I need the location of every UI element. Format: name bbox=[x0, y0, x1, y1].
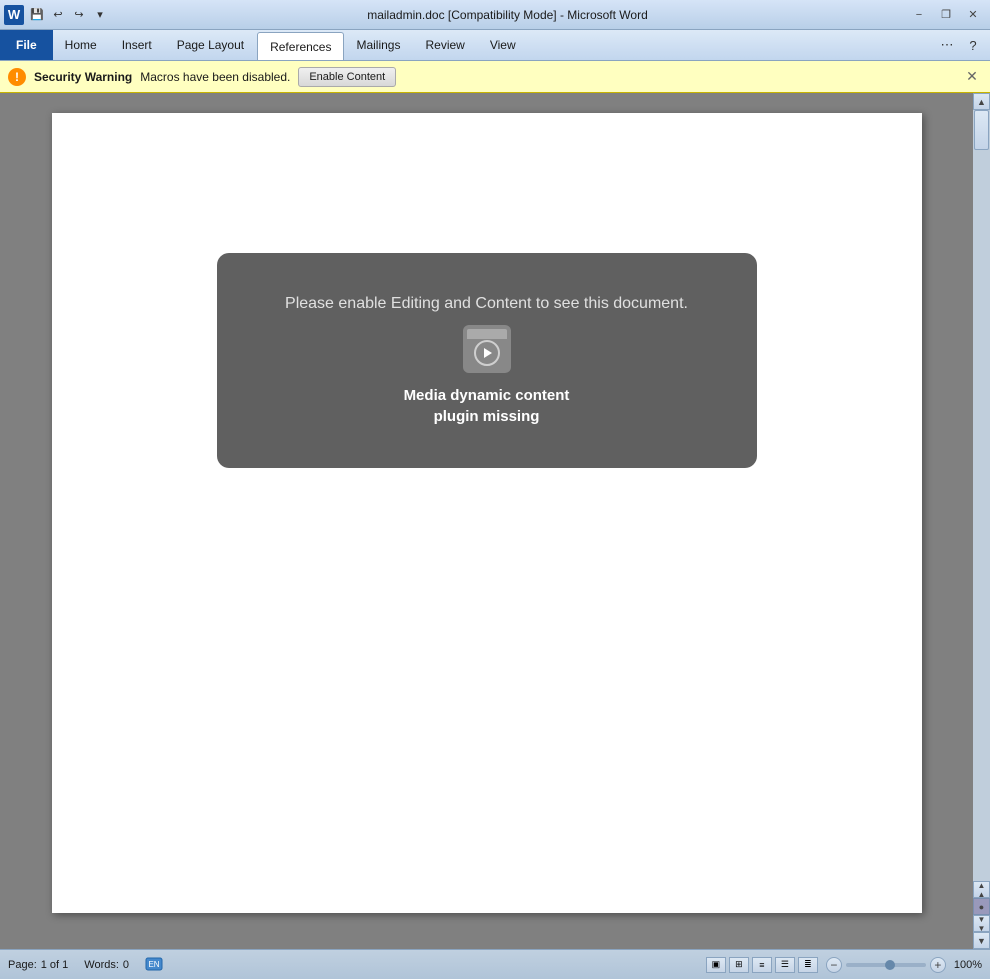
security-close-button[interactable]: ✕ bbox=[962, 67, 982, 87]
tab-mailings[interactable]: Mailings bbox=[344, 30, 413, 60]
scroll-track[interactable] bbox=[973, 110, 990, 881]
ribbon-help-icon[interactable]: ? bbox=[962, 34, 984, 56]
ribbon-right-icons: ⋯ ? bbox=[936, 30, 990, 60]
tab-page-layout[interactable]: Page Layout bbox=[165, 30, 257, 60]
status-page: Page: 1 of 1 bbox=[8, 959, 68, 971]
status-language-icon[interactable]: EN bbox=[145, 957, 163, 973]
vertical-scrollbar[interactable]: ▲ ▲▲ ● ▼▼ ▼ bbox=[973, 93, 990, 949]
close-button[interactable]: ✕ bbox=[960, 5, 986, 25]
status-words: Words: 0 bbox=[84, 959, 129, 971]
scroll-bottom-controls: ▲▲ ● ▼▼ ▼ bbox=[973, 881, 990, 949]
save-quick-btn[interactable]: 💾 bbox=[28, 6, 46, 24]
view-mode-icons: ▣ ⊞ ≡ ☰ ≣ bbox=[706, 957, 818, 973]
svg-text:EN: EN bbox=[148, 960, 159, 969]
document-page: Please enable Editing and Content to see… bbox=[52, 113, 922, 913]
security-warning-bar: ! Security Warning Macros have been disa… bbox=[0, 61, 990, 93]
play-triangle-inner bbox=[484, 348, 492, 358]
zoom-in-button[interactable]: + bbox=[930, 957, 946, 973]
enable-content-button[interactable]: Enable Content bbox=[298, 67, 396, 87]
window-controls: − ❐ ✕ bbox=[906, 5, 986, 25]
print-layout-view-icon[interactable]: ▣ bbox=[706, 957, 726, 973]
media-content-box: Please enable Editing and Content to see… bbox=[217, 253, 757, 468]
zoom-track[interactable] bbox=[846, 963, 926, 967]
tab-view[interactable]: View bbox=[478, 30, 529, 60]
redo-quick-btn[interactable]: ↪ bbox=[70, 6, 88, 24]
media-plugin-missing-text: Media dynamic content plugin missing bbox=[404, 385, 570, 427]
scroll-page-up-button[interactable]: ▲▲ bbox=[973, 881, 990, 898]
security-warning-title: Security Warning bbox=[34, 70, 132, 84]
status-right: ▣ ⊞ ≡ ☰ ≣ − + 100% bbox=[706, 957, 982, 973]
status-page-value: 1 of 1 bbox=[41, 959, 69, 971]
scroll-thumb[interactable] bbox=[974, 110, 989, 150]
tab-file[interactable]: File bbox=[0, 30, 53, 60]
tab-insert[interactable]: Insert bbox=[110, 30, 165, 60]
zoom-level: 100% bbox=[954, 959, 982, 971]
ribbon-help-expand-icon[interactable]: ⋯ bbox=[936, 34, 958, 56]
title-bar-left: W 💾 ↩ ↪ ▾ bbox=[4, 5, 109, 25]
status-words-label: Words: bbox=[84, 959, 119, 971]
document-area: Please enable Editing and Content to see… bbox=[0, 93, 973, 949]
zoom-slider[interactable]: − + bbox=[826, 957, 946, 973]
undo-quick-btn[interactable]: ↩ bbox=[49, 6, 67, 24]
outline-view-icon[interactable]: ☰ bbox=[775, 957, 795, 973]
tab-references[interactable]: References bbox=[257, 32, 344, 60]
draft-view-icon[interactable]: ≣ bbox=[798, 957, 818, 973]
scroll-down-button[interactable]: ▼ bbox=[973, 932, 990, 949]
restore-button[interactable]: ❐ bbox=[933, 5, 959, 25]
ribbon-tabs: File Home Insert Page Layout References … bbox=[0, 30, 990, 60]
status-words-value: 0 bbox=[123, 959, 129, 971]
media-prompt-text: Please enable Editing and Content to see… bbox=[285, 295, 688, 313]
minimize-button[interactable]: − bbox=[906, 5, 932, 25]
main-area: Please enable Editing and Content to see… bbox=[0, 93, 990, 949]
scroll-select-browse-button[interactable]: ● bbox=[973, 898, 990, 915]
word-app-icon: W bbox=[4, 5, 24, 25]
qa-dropdown-btn[interactable]: ▾ bbox=[91, 6, 109, 24]
scroll-page-down-button[interactable]: ▼▼ bbox=[973, 915, 990, 932]
play-circle bbox=[474, 340, 500, 366]
status-page-label: Page: bbox=[8, 959, 37, 971]
security-warning-icon: ! bbox=[8, 68, 26, 86]
ribbon: File Home Insert Page Layout References … bbox=[0, 30, 990, 61]
full-reading-view-icon[interactable]: ⊞ bbox=[729, 957, 749, 973]
tab-home[interactable]: Home bbox=[53, 30, 110, 60]
language-icon: EN bbox=[145, 957, 163, 973]
scroll-up-button[interactable]: ▲ bbox=[973, 93, 990, 110]
quick-access-toolbar: 💾 ↩ ↪ ▾ bbox=[28, 6, 109, 24]
window-title: mailadmin.doc [Compatibility Mode] - Mic… bbox=[109, 8, 906, 22]
media-play-icon bbox=[463, 325, 511, 373]
title-bar: W 💾 ↩ ↪ ▾ mailadmin.doc [Compatibility M… bbox=[0, 0, 990, 30]
tab-review[interactable]: Review bbox=[413, 30, 477, 60]
web-layout-view-icon[interactable]: ≡ bbox=[752, 957, 772, 973]
zoom-thumb[interactable] bbox=[885, 960, 895, 970]
zoom-out-button[interactable]: − bbox=[826, 957, 842, 973]
security-warning-message: Macros have been disabled. bbox=[140, 70, 290, 84]
status-bar: Page: 1 of 1 Words: 0 EN ▣ ⊞ ≡ ☰ ≣ − + 1… bbox=[0, 949, 990, 979]
